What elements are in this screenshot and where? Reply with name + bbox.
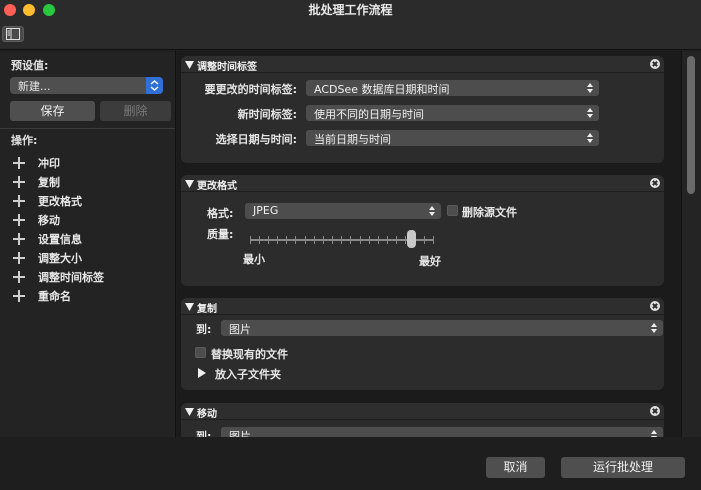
delete-source-label: 删除源文件 <box>462 206 517 219</box>
cancel-button[interactable]: 取消 <box>486 457 545 478</box>
replace-existing-label: 替换现有的文件 <box>211 348 288 361</box>
quality-label: 质量: <box>207 228 234 241</box>
plus-icon <box>12 232 26 246</box>
select-value: JPEG <box>253 204 279 217</box>
quality-slider-knob[interactable] <box>407 230 417 248</box>
new-time-stamp-select[interactable]: 使用不同的日期与时间 <box>306 105 599 121</box>
select-value: 当前日期与时间 <box>314 133 391 146</box>
panel-header: 移动 <box>181 403 664 420</box>
field-label: 新时间标签: <box>237 108 297 121</box>
close-panel-icon[interactable] <box>650 178 660 188</box>
time-stamp-select[interactable]: ACDSee 数据库日期和时间 <box>306 80 599 96</box>
panel-header: 复制 <box>181 298 664 315</box>
save-button[interactable]: 保存 <box>10 101 95 121</box>
panel-title: 更改格式 <box>197 180 237 192</box>
panel-change-format: 更改格式 格式: JPEG 删除源文件 质量: 最小 最好 <box>181 175 664 286</box>
quality-min-label: 最小 <box>243 253 265 266</box>
panel-toggle[interactable]: 更改格式 <box>185 176 237 192</box>
sidebar: 预设值: 新建... 保存 删除 操作: 冲印 复制 更改格式 移动 设置信息 … <box>0 51 176 437</box>
panel-header: 更改格式 <box>181 175 664 192</box>
disclosure-right-icon[interactable] <box>198 368 206 378</box>
operation-item[interactable]: 调整大小 <box>12 248 104 267</box>
select-value: 图片 <box>229 323 251 336</box>
title-bar: 批处理工作流程 <box>0 0 701 18</box>
operation-item[interactable]: 冲印 <box>12 153 104 172</box>
preset-select[interactable]: 新建... <box>10 77 163 94</box>
preset-label: 预设值: <box>11 59 49 72</box>
panel-header: 调整时间标签 <box>181 56 664 73</box>
close-panel-icon[interactable] <box>650 406 660 416</box>
divider <box>0 128 175 129</box>
quality-max-label: 最好 <box>419 255 441 268</box>
sidebar-toggle-button[interactable] <box>2 26 24 42</box>
panel-toggle[interactable]: 调整时间标签 <box>185 57 257 73</box>
panel-toggle[interactable]: 复制 <box>185 299 217 315</box>
chevron-updown-icon <box>587 133 593 143</box>
scrollbar-thumb[interactable] <box>687 56 695 194</box>
plus-icon <box>12 289 26 303</box>
window-title: 批处理工作流程 <box>308 3 393 17</box>
preset-value: 新建... <box>18 80 51 93</box>
chevron-updown-icon <box>651 323 657 333</box>
move-destination-select[interactable]: 图片 <box>221 427 663 437</box>
move-to-label: 到: <box>196 430 212 437</box>
preset-stepper[interactable] <box>146 77 163 94</box>
plus-icon <box>12 270 26 284</box>
replace-existing-checkbox[interactable] <box>195 347 206 358</box>
operations-label: 操作: <box>11 134 38 147</box>
chevron-updown-icon <box>429 206 435 216</box>
plus-icon <box>12 194 26 208</box>
delete-button[interactable]: 删除 <box>100 101 171 121</box>
operation-item[interactable]: 设置信息 <box>12 229 104 248</box>
disclosure-down-icon <box>185 61 194 69</box>
vertical-scrollbar[interactable] <box>681 51 701 437</box>
plus-icon <box>12 213 26 227</box>
panel-toggle[interactable]: 移动 <box>185 404 217 420</box>
plus-icon <box>12 156 26 170</box>
copy-to-label: 到: <box>196 323 212 336</box>
format-label: 格式: <box>207 207 234 220</box>
sidebar-icon <box>6 28 20 40</box>
operations-list: 冲印 复制 更改格式 移动 设置信息 调整大小 调整时间标签 重命名 <box>12 153 104 305</box>
workflow-area: 调整时间标签 要更改的时间标签: ACDSee 数据库日期和时间 新时间标签: … <box>177 51 681 437</box>
chevron-updown-icon <box>651 430 657 437</box>
panel-copy: 复制 到: 图片 替换现有的文件 放入子文件夹 <box>181 298 664 390</box>
date-time-select[interactable]: 当前日期与时间 <box>306 130 599 146</box>
field-label: 选择日期与时间: <box>215 133 297 146</box>
close-panel-icon[interactable] <box>650 59 660 69</box>
delete-source-checkbox[interactable] <box>447 205 458 216</box>
toolbar <box>0 18 701 50</box>
operation-item[interactable]: 移动 <box>12 210 104 229</box>
disclosure-down-icon <box>185 408 194 416</box>
operation-item[interactable]: 重命名 <box>12 286 104 305</box>
format-select[interactable]: JPEG <box>245 203 441 219</box>
plus-icon <box>12 251 26 265</box>
close-panel-icon[interactable] <box>650 301 660 311</box>
chevron-updown-icon <box>587 108 593 118</box>
disclosure-down-icon <box>185 303 194 311</box>
subfolder-label[interactable]: 放入子文件夹 <box>215 366 281 382</box>
panel-move: 移动 到: 图片 <box>181 403 664 437</box>
panel-title: 调整时间标签 <box>197 61 257 73</box>
field-label: 要更改的时间标签: <box>204 83 297 96</box>
quality-slider[interactable] <box>250 236 434 244</box>
operation-item[interactable]: 更改格式 <box>12 191 104 210</box>
panel-title: 复制 <box>197 303 217 315</box>
run-batch-button[interactable]: 运行批处理 <box>561 457 685 478</box>
copy-destination-select[interactable]: 图片 <box>221 320 663 336</box>
disclosure-down-icon <box>185 180 194 188</box>
operation-item[interactable]: 复制 <box>12 172 104 191</box>
chevron-updown-icon <box>587 83 593 93</box>
operation-item[interactable]: 调整时间标签 <box>12 267 104 286</box>
select-value: 使用不同的日期与时间 <box>314 108 424 121</box>
plus-icon <box>12 175 26 189</box>
chevron-updown-icon <box>150 80 159 91</box>
panel-adjust-time: 调整时间标签 要更改的时间标签: ACDSee 数据库日期和时间 新时间标签: … <box>181 56 664 163</box>
panel-title: 移动 <box>197 408 217 420</box>
select-value: ACDSee 数据库日期和时间 <box>314 83 450 96</box>
select-value: 图片 <box>229 430 251 437</box>
